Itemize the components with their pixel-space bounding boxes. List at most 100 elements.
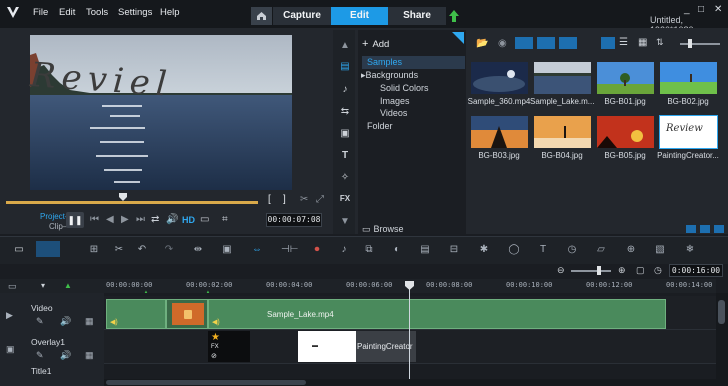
- tree-item-images[interactable]: Images: [380, 96, 410, 106]
- collapse-down-icon[interactable]: ▼: [338, 216, 352, 228]
- trim-icon[interactable]: ⊣⊢: [281, 244, 298, 256]
- playhead-line[interactable]: [409, 286, 410, 386]
- thumb-bg-b03[interactable]: [471, 116, 528, 148]
- list-view-icon[interactable]: ☰: [619, 37, 628, 48]
- mask-icon[interactable]: ◐: [390, 244, 404, 256]
- color-grading-icon[interactable]: ◯: [507, 244, 521, 256]
- tree-item-videos[interactable]: Videos: [380, 108, 407, 118]
- fit-timeline-icon[interactable]: ▢: [636, 265, 645, 276]
- fit-project-icon[interactable]: ⇹: [191, 244, 205, 256]
- track-options-icon[interactable]: ▭: [8, 281, 17, 292]
- motion-tracking-icon[interactable]: ✱: [477, 244, 491, 256]
- player-timecode[interactable]: 00:00:07:08: [266, 213, 322, 227]
- multicam-icon[interactable]: ⧉: [362, 244, 376, 256]
- horizontal-scroll-thumb[interactable]: [106, 380, 306, 385]
- home-tab[interactable]: [251, 7, 272, 25]
- thumb-bg-b05[interactable]: [597, 116, 654, 148]
- aspect-ratio-icon[interactable]: ▭: [200, 214, 209, 225]
- menu-tools[interactable]: Tools: [86, 7, 108, 18]
- tab-edit[interactable]: Edit: [331, 7, 388, 25]
- scrub-bar[interactable]: [6, 201, 258, 204]
- thumb-bg-b01[interactable]: [597, 62, 654, 94]
- timeline-zoom-slider[interactable]: [571, 270, 611, 272]
- thumbnail-size-handle[interactable]: [688, 39, 692, 48]
- library-options-button-2[interactable]: [700, 225, 710, 233]
- video-clip[interactable]: [166, 299, 208, 329]
- tree-item-folder[interactable]: Folder: [367, 121, 393, 131]
- thumb-painting-creator[interactable]: Review: [659, 115, 718, 149]
- timeline-duration[interactable]: 0:00:16:00: [669, 264, 723, 277]
- add-marker-icon[interactable]: ▲: [64, 281, 72, 290]
- crop-icon[interactable]: ⌗: [222, 214, 228, 225]
- tree-item-backgrounds[interactable]: ▸Backgrounds: [361, 70, 418, 81]
- fullscreen-icon[interactable]: ⤢: [316, 194, 324, 205]
- edit-icon[interactable]: ✎: [36, 316, 44, 327]
- maximize-button[interactable]: □: [698, 4, 704, 15]
- scrub-handle[interactable]: [119, 193, 127, 201]
- title-icon[interactable]: T: [338, 150, 352, 162]
- volume-icon[interactable]: 🔊: [166, 214, 178, 225]
- details-view-icon[interactable]: ▦: [638, 37, 647, 48]
- library-options-button[interactable]: [686, 225, 696, 233]
- filter-photo-button[interactable]: [537, 37, 555, 49]
- upload-arrow-icon[interactable]: [449, 10, 459, 22]
- skip-end-icon[interactable]: ⏭: [136, 214, 145, 225]
- repeat-icon[interactable]: ⇄: [151, 214, 159, 225]
- thumbnail-size-slider[interactable]: [680, 43, 720, 45]
- minimize-button[interactable]: _: [684, 4, 690, 15]
- zoom-out-icon[interactable]: ⊖: [557, 265, 565, 276]
- thumbnail-view-button[interactable]: [601, 37, 615, 49]
- thumb-sample-360[interactable]: [471, 62, 528, 94]
- menu-help[interactable]: Help: [160, 7, 180, 18]
- close-button[interactable]: ✕: [714, 4, 722, 15]
- collapse-up-icon[interactable]: ▲: [338, 40, 352, 52]
- split-icon[interactable]: ✂: [300, 194, 308, 205]
- zoom-in-icon[interactable]: ⊕: [618, 265, 626, 276]
- thumb-bg-b02[interactable]: [660, 62, 717, 94]
- skip-start-icon[interactable]: ⏮: [90, 214, 99, 225]
- audio-mixer-icon[interactable]: ♪: [337, 244, 351, 256]
- storyboard-view-icon[interactable]: ▭: [12, 244, 26, 256]
- track-volume-icon[interactable]: 🔊: [60, 350, 71, 361]
- clip-mode-label[interactable]: Clip–: [49, 222, 67, 231]
- mark-in-button[interactable]: [: [268, 194, 271, 205]
- expand-tracks-icon[interactable]: ▾: [41, 281, 45, 290]
- next-frame-icon[interactable]: ▶: [121, 214, 129, 225]
- track-grid-icon[interactable]: ▦: [85, 350, 94, 361]
- playhead-marker[interactable]: [405, 281, 414, 290]
- snapshot-icon[interactable]: ▣: [220, 244, 234, 256]
- timeline-zoom-handle[interactable]: [597, 266, 601, 275]
- thumb-sample-lake[interactable]: [534, 62, 591, 94]
- thumb-bg-b04[interactable]: [534, 116, 591, 148]
- tree-item-samples[interactable]: Samples: [362, 56, 465, 69]
- instant-project-icon[interactable]: ♪: [338, 84, 352, 96]
- filter-icon[interactable]: ✧: [338, 172, 352, 184]
- overlay-fx-clip[interactable]: ★ FX ⊘: [208, 331, 250, 362]
- prev-frame-icon[interactable]: ◀: [106, 214, 114, 225]
- timeline-view-button[interactable]: [36, 241, 60, 257]
- add-folder-button[interactable]: + Add: [362, 38, 389, 50]
- filter-audio-button[interactable]: [559, 37, 577, 49]
- fx-icon[interactable]: FX: [338, 194, 352, 206]
- mark-out-button[interactable]: ]: [283, 194, 286, 205]
- 3d-title-icon[interactable]: T: [536, 244, 550, 256]
- pan-zoom-icon[interactable]: ⊕: [624, 244, 638, 256]
- import-folder-icon[interactable]: 📂: [476, 38, 488, 49]
- speed-icon[interactable]: ◷: [565, 244, 579, 256]
- menu-edit[interactable]: Edit: [59, 7, 75, 18]
- edit-icon[interactable]: ✎: [36, 350, 44, 361]
- sort-icon[interactable]: ⇅: [656, 37, 664, 48]
- tools-icon[interactable]: ✂: [112, 244, 126, 256]
- tab-share[interactable]: Share: [388, 7, 446, 25]
- tab-capture[interactable]: Capture: [273, 7, 331, 25]
- track-manager-icon[interactable]: ⊞: [87, 244, 101, 256]
- capture-icon[interactable]: ◉: [498, 38, 507, 49]
- transition-icon[interactable]: ⇆: [338, 106, 352, 118]
- menu-file[interactable]: File: [33, 7, 48, 18]
- undo-icon[interactable]: ↶: [135, 244, 149, 256]
- split-screen-icon[interactable]: ⊟: [447, 244, 461, 256]
- library-options-button-3[interactable]: [714, 225, 724, 233]
- tree-item-solid-colors[interactable]: Solid Colors: [380, 83, 429, 93]
- track-volume-icon[interactable]: 🔊: [60, 316, 71, 327]
- redo-icon[interactable]: ↷: [162, 244, 176, 256]
